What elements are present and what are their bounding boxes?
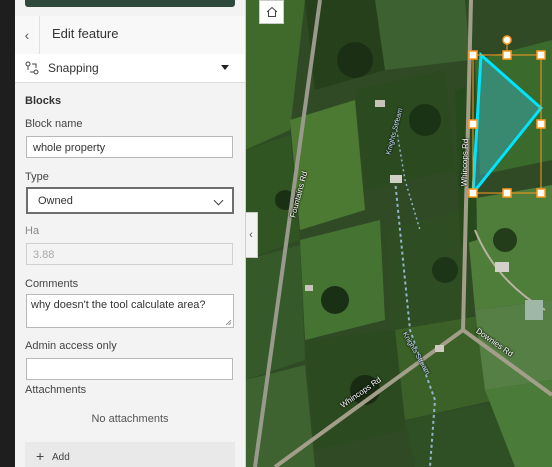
rotate-handle-icon[interactable] (502, 35, 512, 45)
resize-handle[interactable] (468, 119, 478, 129)
resize-handle[interactable] (468, 188, 478, 198)
ha-input: 3.88 (26, 243, 233, 265)
type-value: Owned (38, 195, 73, 207)
admin-label: Admin access only (25, 340, 117, 352)
group-heading: Blocks (25, 95, 62, 107)
type-label: Type (25, 171, 49, 183)
resize-handle[interactable] (536, 188, 546, 198)
collapse-icon: ‹ (249, 229, 253, 241)
left-edge (0, 0, 15, 467)
panel-header: ‹ Edit feature (15, 16, 245, 55)
resize-handle[interactable] (536, 50, 546, 60)
collapse-panel-button[interactable]: ‹ (245, 212, 258, 258)
resize-handle[interactable] (502, 188, 512, 198)
admin-input[interactable] (26, 358, 233, 380)
plus-icon: + (36, 448, 45, 464)
resize-handle[interactable] (468, 50, 478, 60)
comments-textarea[interactable]: why doesn't the tool calculate area? (26, 294, 234, 328)
comments-label: Comments (25, 278, 79, 290)
road-label: Whincops Rd (459, 138, 471, 187)
home-icon (266, 6, 277, 17)
chevron-down-icon (213, 195, 224, 206)
map-view[interactable]: Fountains Rd Whincops Rd Downies Rd Whin… (245, 0, 552, 467)
add-attachment-button[interactable]: + Add (25, 442, 235, 467)
map-imagery (245, 0, 552, 467)
edit-panel: ‹ Edit feature Snapping Blocks Block nam… (15, 0, 246, 467)
snapping-toggle[interactable]: Snapping (15, 54, 245, 83)
attachments-label: Attachments (25, 384, 87, 396)
snapping-label: Snapping (48, 61, 99, 75)
add-label: Add (52, 452, 70, 463)
block-name-label: Block name (25, 118, 83, 130)
back-button[interactable]: ‹ (15, 16, 40, 54)
chevron-left-icon: ‹ (24, 27, 30, 43)
top-bar (25, 0, 235, 7)
type-select[interactable]: Owned (26, 187, 234, 214)
no-attachments-text: No attachments (91, 413, 169, 425)
ha-label: Ha (25, 225, 40, 237)
panel-title: Edit feature (52, 26, 119, 41)
snapping-icon (25, 61, 39, 75)
resize-grip-icon[interactable] (225, 319, 232, 326)
comments-value: why doesn't the tool calculate area? (31, 299, 206, 311)
caret-down-icon (221, 65, 229, 70)
block-name-input[interactable]: whole property (26, 136, 233, 158)
resize-handle[interactable] (536, 119, 546, 129)
home-button[interactable] (259, 0, 284, 24)
resize-handle[interactable] (502, 50, 512, 60)
